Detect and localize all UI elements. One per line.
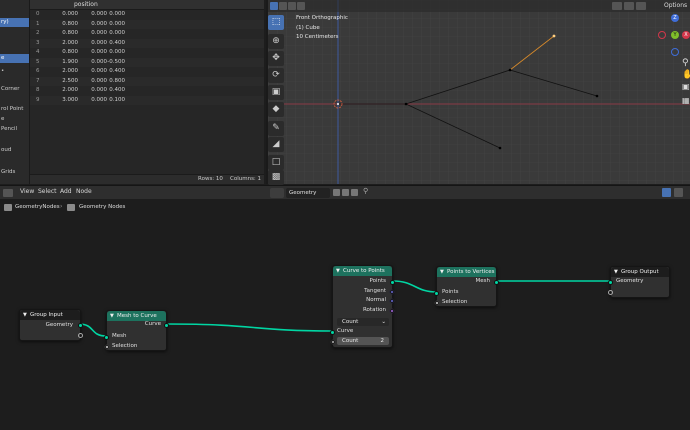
- socket-label: Mesh: [112, 333, 127, 339]
- mode-value: Count: [342, 319, 359, 325]
- socket-label: Geometry: [45, 322, 73, 328]
- node-title: Group Output: [621, 269, 659, 275]
- socket-label: Selection: [112, 343, 138, 349]
- socket-label: Geometry: [616, 278, 644, 284]
- input-socket-count[interactable]: [330, 339, 336, 345]
- node-title: Mesh to Curve: [117, 313, 157, 319]
- count-field[interactable]: Count 2: [337, 337, 389, 345]
- socket-label: Points: [442, 289, 459, 295]
- input-socket-mesh[interactable]: [104, 335, 109, 340]
- socket-label: Normal: [366, 297, 386, 303]
- node-header[interactable]: ▼ Curve to Points: [333, 266, 392, 276]
- node-group-input[interactable]: ▼ Group Input Geometry: [19, 309, 83, 341]
- output-socket-points[interactable]: [390, 280, 395, 285]
- socket-label: Curve: [144, 321, 161, 327]
- count-label: Count: [342, 338, 359, 344]
- output-socket-geometry[interactable]: [78, 323, 83, 328]
- count-value: 2: [380, 338, 385, 344]
- node-mesh-to-curve[interactable]: ▼ Mesh to Curve Curve Mesh Selection: [104, 310, 169, 351]
- mode-dropdown[interactable]: Count ⌄: [337, 318, 389, 326]
- node-group-output[interactable]: ▼ Group Output Geometry: [608, 266, 670, 298]
- input-socket-points[interactable]: [434, 291, 439, 296]
- output-socket-empty[interactable]: [78, 333, 83, 338]
- link-geometry-to-mesh: [78, 323, 107, 337]
- node-points-to-vertices[interactable]: ▼ Points to Vertices Mesh Points Selectio…: [434, 266, 499, 307]
- collapse-icon[interactable]: ▼: [614, 267, 618, 277]
- collapse-icon[interactable]: ▼: [23, 310, 27, 320]
- node-header[interactable]: ▼ Points to Vertices: [437, 267, 496, 277]
- input-socket-curve[interactable]: [330, 330, 335, 335]
- output-socket-curve[interactable]: [164, 323, 169, 328]
- input-socket-empty[interactable]: [608, 290, 613, 295]
- node-curve-to-points[interactable]: ▼ Curve to Points Points Tangent Normal R…: [330, 265, 395, 348]
- output-socket-mesh[interactable]: [494, 280, 499, 285]
- socket-label: Tangent: [364, 288, 386, 294]
- collapse-icon[interactable]: ▼: [440, 267, 444, 277]
- collapse-icon[interactable]: ▼: [110, 311, 114, 321]
- input-socket-geometry[interactable]: [608, 280, 613, 285]
- socket-label: Mesh: [475, 278, 490, 284]
- node-header[interactable]: ▼ Mesh to Curve: [107, 311, 166, 321]
- link-points-to-points: [392, 280, 438, 293]
- socket-label: Rotation: [362, 307, 386, 313]
- socket-label: Selection: [442, 299, 468, 305]
- socket-label: Points: [369, 278, 386, 284]
- node-links: [78, 280, 611, 337]
- node-title: Curve to Points: [343, 268, 385, 274]
- node-title: Group Input: [30, 312, 63, 318]
- collapse-icon[interactable]: ▼: [336, 266, 340, 276]
- node-header[interactable]: ▼ Group Input: [20, 310, 80, 320]
- link-curve-to-curve: [165, 323, 334, 332]
- node-title: Points to Vertices: [447, 269, 495, 275]
- chevron-down-icon: ⌄: [381, 319, 386, 325]
- socket-label: Curve: [337, 328, 354, 334]
- node-header[interactable]: ▼ Group Output: [611, 267, 669, 277]
